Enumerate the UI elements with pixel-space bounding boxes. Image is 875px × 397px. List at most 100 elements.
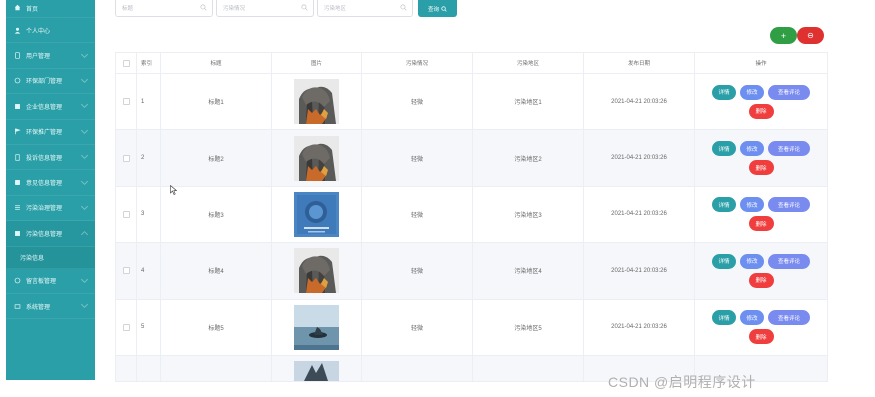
row-area: 污染地区5 [473, 299, 584, 355]
delete-button[interactable]: 删除 [748, 103, 774, 119]
sidebar-item-label: 个人中心 [26, 28, 51, 35]
area-search-input[interactable]: 污染地区 [317, 0, 413, 17]
row-situation: 轻微 [362, 186, 473, 243]
view-comments-button[interactable]: 查看评论 [768, 84, 810, 100]
blue-poster-image[interactable] [294, 191, 339, 237]
sidebar-item-label: 首页 [26, 7, 39, 13]
row-checkbox-cell [116, 355, 137, 381]
sidebar-item-label: 用户管理 [26, 54, 51, 61]
delete-button[interactable]: 删除 [748, 160, 774, 176]
sidebar-item-label: 污染治理管理 [26, 206, 63, 213]
sidebar-item-label: 投诉信息管理 [26, 155, 63, 162]
row-ops: 详情 修改 查看评论 删除 [695, 243, 827, 298]
situation-search-input[interactable]: 污染情况 [216, 0, 314, 17]
row-index: 2 [137, 130, 161, 186]
smoke-stacks-image[interactable] [294, 135, 339, 181]
delete-button[interactable]: 删除 [748, 216, 774, 232]
sidebar-item-profile[interactable]: 个人中心 [6, 18, 95, 44]
edit-button[interactable]: 修改 [740, 141, 764, 157]
edit-button[interactable]: 修改 [740, 84, 764, 100]
row-checkbox-cell [116, 299, 137, 355]
edit-button[interactable]: 修改 [740, 310, 764, 326]
row-image-cell [272, 299, 362, 355]
row-image-cell [272, 130, 362, 186]
sidebar-item-home[interactable]: 首页 [6, 0, 95, 18]
detail-button[interactable]: 详情 [712, 141, 736, 157]
search-icon [441, 5, 447, 12]
query-label: 查询 [427, 6, 439, 13]
row-title: 标题3 [161, 186, 272, 243]
sidebar-item-users[interactable]: 用户管理 [6, 43, 95, 69]
department-icon [14, 77, 21, 84]
row-date: 2021-04-21 20:03:26 [584, 130, 695, 186]
view-comments-button[interactable]: 查看评论 [768, 310, 810, 326]
detail-button[interactable]: 详情 [712, 197, 736, 213]
row-checkbox-cell [116, 130, 137, 186]
sidebar-item-label: 意见信息管理 [26, 181, 63, 188]
delete-button[interactable]: 删除 [748, 272, 774, 288]
chevron-down-icon [80, 301, 89, 309]
detail-button[interactable]: 详情 [712, 310, 736, 326]
chevron-down-icon [80, 177, 89, 185]
view-comments-button[interactable]: 查看评论 [768, 253, 810, 269]
row-index: 3 [137, 186, 161, 243]
title-search-input[interactable]: 标题 [115, 0, 213, 17]
smoke-stacks-image[interactable] [294, 79, 339, 125]
row-area: 污染地区2 [473, 130, 584, 186]
chevron-down-icon [80, 275, 89, 283]
table-row: 1 标题1 轻微 污染地区1 2021-04-21 20:03:26 详情 修改… [116, 74, 827, 131]
edit-button[interactable]: 修改 [740, 197, 764, 213]
island-sea-image[interactable] [294, 304, 339, 350]
sidebar-item-label: 污染信息 [20, 255, 45, 262]
chevron-down-icon [80, 152, 89, 160]
row-checkbox[interactable] [122, 267, 130, 275]
view-comments-button[interactable]: 查看评论 [768, 197, 810, 213]
row-title: 标题2 [161, 130, 272, 186]
add-icon: + [780, 30, 787, 41]
row-ops: 详情 修改 查看评论 删除 [695, 187, 827, 242]
row-image-cell [272, 186, 362, 243]
row-checkbox[interactable] [122, 154, 130, 162]
sidebar-item-label: 企业信息管理 [26, 104, 63, 111]
document-icon [14, 153, 21, 161]
select-all-checkbox[interactable] [122, 59, 130, 67]
sidebar-item-complaint[interactable]: 投诉信息管理 [6, 145, 95, 171]
view-comments-button[interactable]: 查看评论 [768, 141, 810, 157]
sidebar-item-promotion[interactable]: 环保推广管理 [6, 120, 95, 145]
row-title: 标题5 [161, 299, 272, 355]
chevron-up-icon [80, 231, 89, 239]
add-button[interactable]: + [770, 27, 797, 44]
table-row: 3 标题3 轻微 污染地区3 2021-04-21 20:03:26 详情 修改… [116, 186, 827, 244]
sidebar-item-messages[interactable]: 留言板管理 [6, 269, 95, 294]
row-checkbox[interactable] [122, 323, 130, 331]
sidebar: 首页 个人中心 用户管理 环保部门管理 企业信息管理 环保推广管理 投诉信息管理… [6, 0, 95, 380]
grid-icon [14, 230, 21, 237]
smoke-stacks-image[interactable] [294, 248, 339, 294]
query-button[interactable]: 查询 [418, 0, 457, 17]
row-situation [362, 355, 473, 381]
sidebar-item-system[interactable]: 系统管理 [6, 294, 95, 320]
partial-image[interactable] [294, 360, 339, 381]
sidebar-item-enterprise[interactable]: 企业信息管理 [6, 94, 95, 120]
sidebar-item-department[interactable]: 环保部门管理 [6, 69, 95, 95]
detail-button[interactable]: 详情 [712, 253, 736, 269]
row-date: 2021-04-21 20:03:26 [584, 299, 695, 355]
row-checkbox[interactable] [122, 98, 130, 106]
delete-button[interactable]: 删除 [748, 329, 774, 345]
row-checkbox[interactable] [122, 210, 130, 218]
home-icon [14, 4, 21, 11]
batch-delete-button[interactable]: ⊖ [797, 27, 824, 44]
select-all-cell [116, 53, 137, 73]
row-checkbox-cell [116, 74, 137, 130]
area-placeholder: 污染地区 [324, 6, 347, 12]
sidebar-item-governance[interactable]: 污染治理管理 [6, 196, 95, 222]
row-index: 4 [137, 243, 161, 299]
row-area: 污染地区3 [473, 186, 584, 243]
sidebar-item-opinion[interactable]: 意见信息管理 [6, 170, 95, 196]
sidebar-item-pollution[interactable]: 污染信息管理 [6, 221, 95, 247]
row-title: 标题1 [161, 74, 272, 130]
sidebar-subitem-pollution-info[interactable]: 污染信息 [6, 246, 95, 269]
row-index [137, 355, 161, 381]
detail-button[interactable]: 详情 [712, 84, 736, 100]
edit-button[interactable]: 修改 [740, 253, 764, 269]
